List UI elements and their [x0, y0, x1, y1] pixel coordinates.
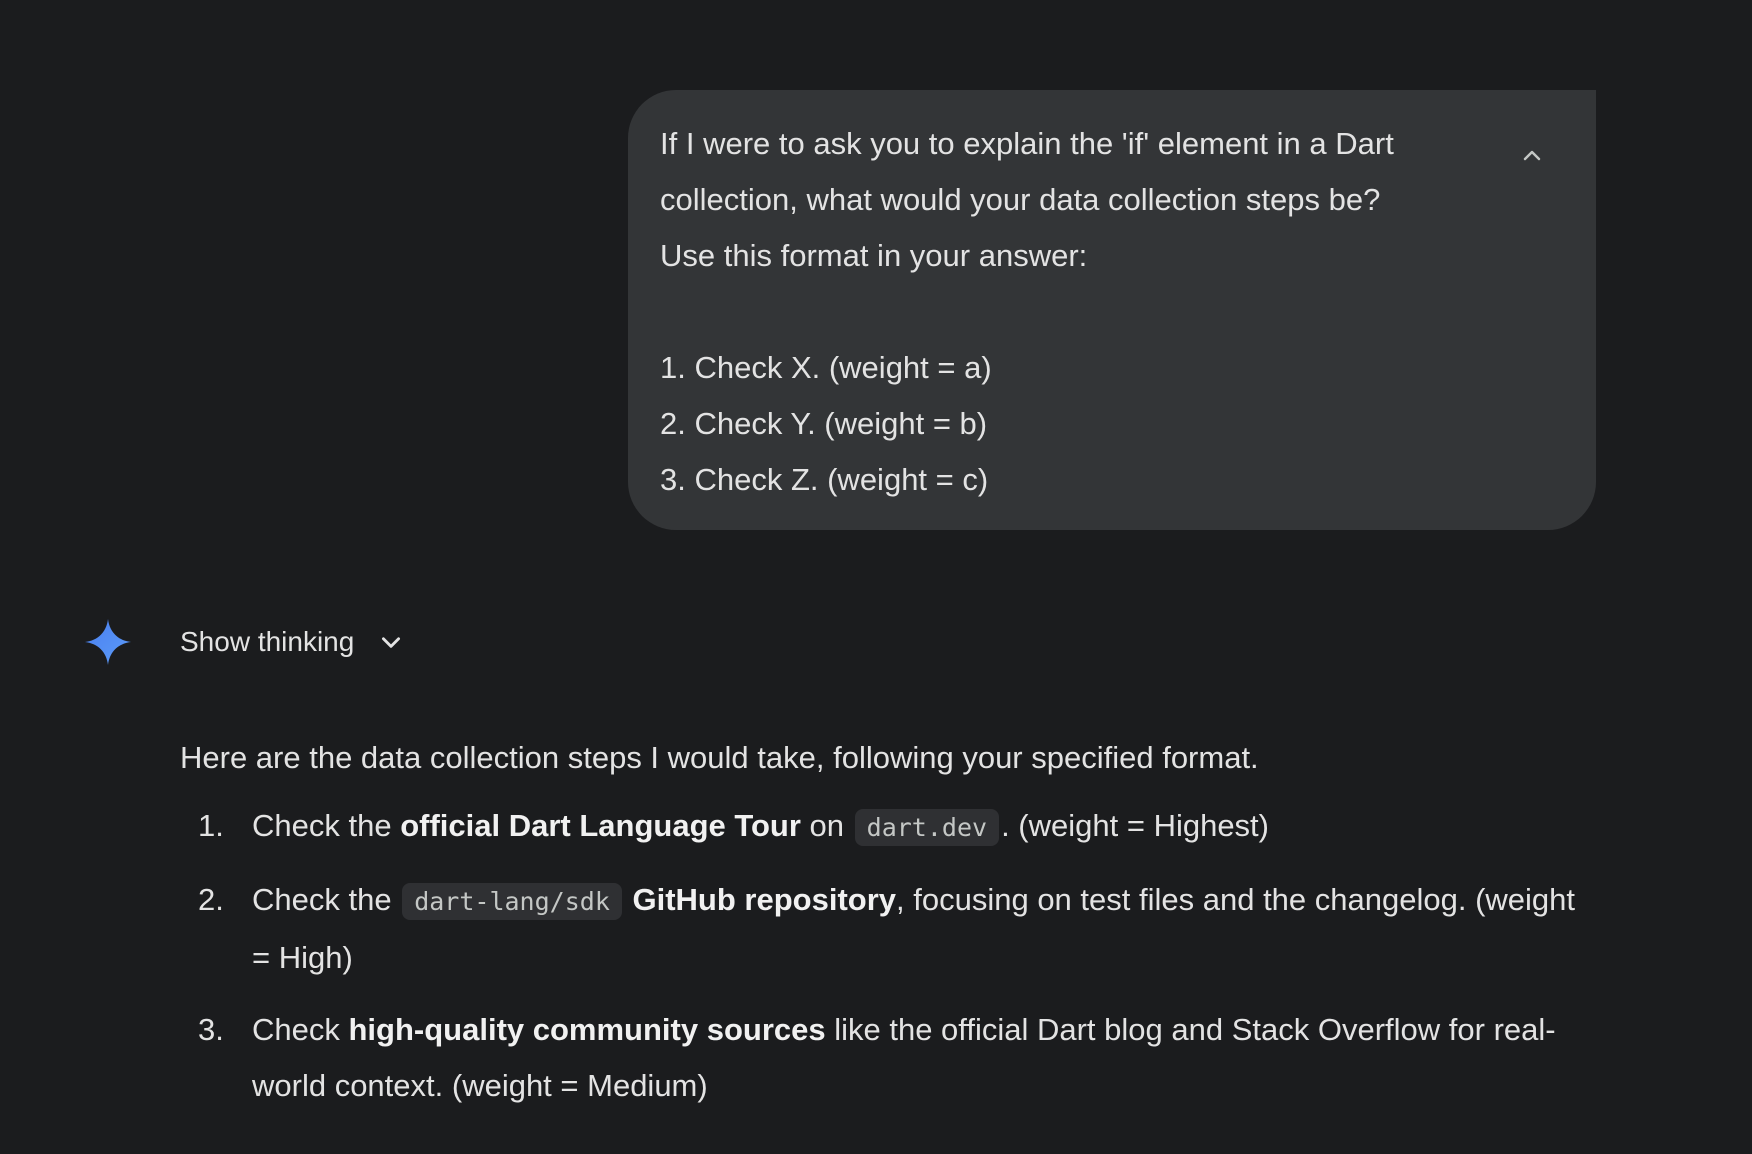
- steps-list: 1. Check the official Dart Language Tour…: [180, 798, 1580, 1114]
- response-header: Show thinking: [84, 614, 401, 670]
- step-text: . (weight = Highest): [1001, 808, 1269, 843]
- response-body: Here are the data collection steps I wou…: [180, 730, 1580, 1130]
- inline-code: dart-lang/sdk: [402, 883, 622, 920]
- response-intro: Here are the data collection steps I wou…: [180, 740, 1259, 775]
- chevron-down-icon: [376, 627, 406, 657]
- list-item: 1. Check the official Dart Language Tour…: [180, 798, 1580, 856]
- step-text: Check the: [252, 882, 401, 917]
- step-number: 2.: [198, 882, 224, 917]
- user-message-line: Use this format in your answer:: [660, 238, 1088, 273]
- step-text: [624, 882, 633, 917]
- step-bold-text: high-quality community sources: [348, 1012, 826, 1047]
- user-message-bubble: If I were to ask you to explain the 'if'…: [628, 90, 1596, 530]
- step-text: on: [800, 808, 853, 843]
- step-number: 3.: [198, 1012, 224, 1047]
- user-message-line: 1. Check X. (weight = a): [660, 350, 992, 385]
- user-message-line: 3. Check Z. (weight = c): [660, 462, 989, 497]
- inline-code: dart.dev: [854, 809, 1000, 846]
- step-bold-text: official Dart Language Tour: [400, 808, 801, 843]
- user-message-line: 2. Check Y. (weight = b): [660, 406, 988, 441]
- collapse-message-button[interactable]: [1512, 136, 1552, 176]
- show-thinking-toggle[interactable]: Show thinking: [180, 614, 406, 670]
- user-message-line: collection, what would your data collect…: [660, 182, 1381, 217]
- step-text: Check the: [252, 808, 401, 843]
- list-item: 2. Check the dart-lang/sdk GitHub reposi…: [180, 872, 1580, 986]
- step-number: 1.: [198, 808, 224, 843]
- step-bold-text: GitHub repository: [632, 882, 897, 917]
- gemini-spark-icon: [84, 618, 132, 666]
- show-thinking-label: Show thinking: [180, 626, 355, 657]
- chevron-up-icon: [1523, 150, 1541, 161]
- user-message-line: If I were to ask you to explain the 'if'…: [660, 126, 1394, 161]
- user-message-blank-line: [660, 284, 1486, 340]
- list-item: 3. Check high-quality community sources …: [180, 1002, 1580, 1114]
- step-text: Check: [252, 1012, 349, 1047]
